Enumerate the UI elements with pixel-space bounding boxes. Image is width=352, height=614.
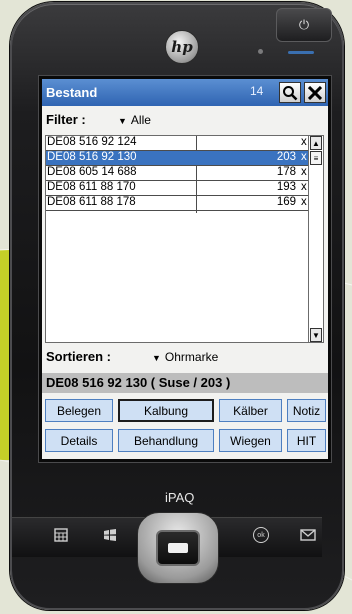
table-row[interactable]: DE08 516 92 124 x — [46, 136, 308, 151]
dropdown-arrow-icon: ▼ — [118, 116, 127, 126]
number-cell: 193 — [276, 181, 296, 193]
scroll-up-icon[interactable]: ▲ — [310, 136, 322, 150]
ear-tag-cell: DE08 516 92 130 — [47, 151, 137, 163]
filter-value: Alle — [130, 113, 151, 127]
table-row-selected[interactable]: DE08 516 92 130 203 x — [46, 151, 308, 166]
ear-tag-cell: DE08 611 88 178 — [47, 196, 136, 208]
record-count: 14 — [250, 84, 264, 98]
list-scrollbar[interactable]: ▲ ≡ ▼ — [309, 135, 324, 343]
scroll-down-icon[interactable]: ▼ — [310, 328, 322, 342]
dropdown-arrow-icon: ▼ — [152, 353, 161, 363]
table-row[interactable]: DE08 611 88 178 169 x — [46, 196, 308, 211]
table-row[interactable]: DE08 611 88 170 193 x — [46, 181, 308, 196]
search-icon — [283, 85, 298, 100]
details-button[interactable]: Details — [45, 429, 113, 452]
mark-cell: x — [301, 181, 307, 193]
number-cell: 203 — [276, 151, 296, 163]
search-button[interactable] — [279, 82, 301, 103]
indicator-led — [258, 49, 263, 54]
animal-list[interactable]: DE08 516 92 124 x DE08 516 92 130 203 x … — [45, 135, 309, 343]
hp-logo: hp — [165, 30, 199, 64]
wiegen-button[interactable]: Wiegen — [219, 429, 282, 452]
belegen-button[interactable]: Belegen — [45, 399, 113, 422]
sort-dropdown[interactable]: ▼ Ohrmarke — [152, 350, 218, 364]
windows-start-key-icon[interactable] — [103, 528, 117, 542]
scroll-thumb[interactable]: ≡ — [310, 151, 322, 165]
sort-value: Ohrmarke — [164, 350, 219, 364]
filter-label: Filter : — [46, 112, 86, 127]
mail-key-icon[interactable] — [300, 528, 316, 542]
hit-button[interactable]: HIT — [287, 429, 326, 452]
ear-tag-cell: DE08 605 14 688 — [47, 166, 137, 178]
close-icon — [308, 85, 322, 100]
status-light-bar — [288, 51, 314, 54]
mark-cell: x — [301, 151, 307, 163]
close-button[interactable] — [304, 82, 326, 103]
mark-cell: x — [301, 136, 307, 148]
ear-tag-cell: DE08 611 88 170 — [47, 181, 136, 193]
device-brand: iPAQ — [165, 490, 195, 505]
app-title: Bestand — [46, 85, 98, 100]
table-row[interactable]: DE08 605 14 688 178 x — [46, 166, 308, 181]
ear-tag-cell: DE08 516 92 124 — [47, 136, 137, 148]
number-cell: 169 — [276, 196, 296, 208]
kaelber-button[interactable]: Kälber — [219, 399, 282, 422]
mark-cell: x — [301, 196, 307, 208]
titlebar: Bestand 14 — [42, 79, 328, 106]
filter-dropdown[interactable]: ▼ Alle — [118, 113, 151, 127]
power-button[interactable]: ⏻ — [276, 8, 332, 42]
notiz-button[interactable]: Notiz — [287, 399, 326, 422]
number-cell: 178 — [276, 166, 296, 178]
kalbung-button[interactable]: Kalbung — [118, 399, 214, 422]
ok-key-icon[interactable]: ok — [253, 527, 269, 543]
power-icon: ⏻ — [298, 17, 310, 32]
sort-label: Sortieren : — [46, 349, 112, 364]
device-screen: Bestand 14 Filter : ▼ Alle DE08 516 92 12… — [38, 75, 332, 463]
selected-animal-detail: DE08 516 92 130 ( Suse / 203 ) — [42, 373, 328, 393]
navigation-select-button[interactable] — [156, 530, 200, 566]
calendar-key-icon[interactable] — [54, 528, 68, 542]
behandlung-button[interactable]: Behandlung — [118, 429, 214, 452]
mark-cell: x — [301, 166, 307, 178]
